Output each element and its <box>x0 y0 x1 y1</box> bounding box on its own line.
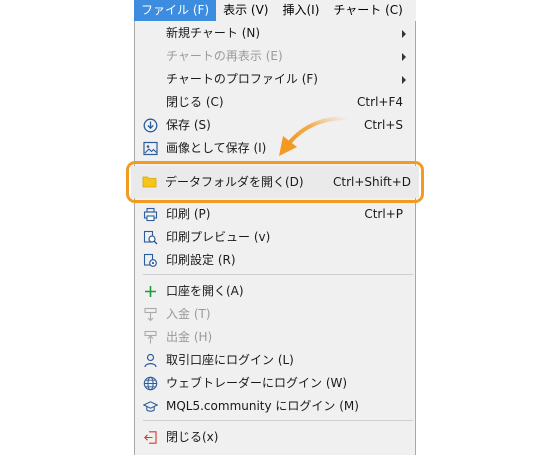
menu-item-label: 保存 (S) <box>166 118 211 132</box>
shortcut-label: Ctrl+P <box>364 207 403 221</box>
file-menu-dropdown: 新規チャート (N) チャートの再表示 (E) チャートのプロファイル (F) … <box>134 21 416 455</box>
menu-item-login-web[interactable]: ウェブトレーダーにログイン (W) <box>135 372 415 395</box>
menu-separator <box>143 420 413 421</box>
menu-item-label: 印刷プレビュー (v) <box>166 230 271 244</box>
picture-icon <box>143 141 158 156</box>
menu-item-label: 取引口座にログイン (L) <box>166 353 294 367</box>
withdraw-icon <box>143 330 158 345</box>
menu-item-label: 画像として保存 (I) <box>166 141 267 155</box>
menu-view[interactable]: 表示 (V) <box>216 0 275 21</box>
menu-file[interactable]: ファイル (F) <box>134 0 217 21</box>
menu-item-print-preview[interactable]: 印刷プレビュー (v) <box>135 226 415 249</box>
menu-chart[interactable]: チャート (C) <box>326 0 409 21</box>
shortcut-label: Ctrl+S <box>363 118 403 132</box>
menu-item-print[interactable]: 印刷 (P) Ctrl+P <box>135 203 415 226</box>
menu-item-exit[interactable]: 閉じる(x) <box>135 426 415 449</box>
menu-item-print-setup[interactable]: 印刷設定 (R) <box>135 249 415 272</box>
shortcut-label: Ctrl+F4 <box>357 95 403 109</box>
save-icon <box>143 118 158 133</box>
plus-icon <box>143 284 158 299</box>
menu-item-new-chart[interactable]: 新規チャート (N) <box>135 22 415 45</box>
menu-bar: ファイル (F) 表示 (V) 挿入(I) チャート (C) <box>134 0 416 21</box>
menu-item-label: 閉じる (C) <box>166 95 224 109</box>
menu-separator <box>143 274 413 275</box>
user-icon <box>143 353 158 368</box>
menu-item-label: 口座を開く(A) <box>166 284 244 298</box>
menu-item-deposit: 入金 (T) <box>135 303 415 326</box>
highlight-frame <box>126 161 424 203</box>
submenu-arrow-icon <box>402 30 406 38</box>
menu-item-open-account[interactable]: 口座を開く(A) <box>135 280 415 303</box>
menu-item-label: MQL5.community にログイン (M) <box>166 399 359 413</box>
menu-item-label: ウェブトレーダーにログイン (W) <box>166 376 348 390</box>
menu-item-redisplay-chart: チャートの再表示 (E) <box>135 45 415 68</box>
menu-item-login-community[interactable]: MQL5.community にログイン (M) <box>135 395 415 418</box>
menu-item-label: チャートのプロファイル (F) <box>166 72 318 86</box>
graduation-cap-icon <box>142 399 159 414</box>
menu-item-label: 出金 (H) <box>166 330 213 344</box>
printer-icon <box>143 207 158 222</box>
menu-item-withdraw: 出金 (H) <box>135 326 415 349</box>
deposit-icon <box>143 307 158 322</box>
submenu-arrow-icon <box>402 76 406 84</box>
menu-item-label: 印刷設定 (R) <box>166 253 236 267</box>
globe-icon <box>143 376 158 391</box>
menu-item-chart-profile[interactable]: チャートのプロファイル (F) <box>135 68 415 91</box>
menu-item-label: チャートの再表示 (E) <box>166 49 283 63</box>
menu-item-label: 新規チャート (N) <box>166 26 261 40</box>
submenu-arrow-icon <box>402 53 406 61</box>
exit-icon <box>143 430 158 445</box>
pointer-arrow-icon <box>279 116 348 156</box>
print-setup-icon <box>143 253 158 268</box>
menu-item-label: 閉じる(x) <box>166 430 219 444</box>
menu-item-label: 入金 (T) <box>166 307 211 321</box>
menu-item-label: 印刷 (P) <box>166 207 211 221</box>
menu-insert[interactable]: 挿入(I) <box>275 0 326 21</box>
print-preview-icon <box>143 230 158 245</box>
menu-item-login-trade[interactable]: 取引口座にログイン (L) <box>135 349 415 372</box>
